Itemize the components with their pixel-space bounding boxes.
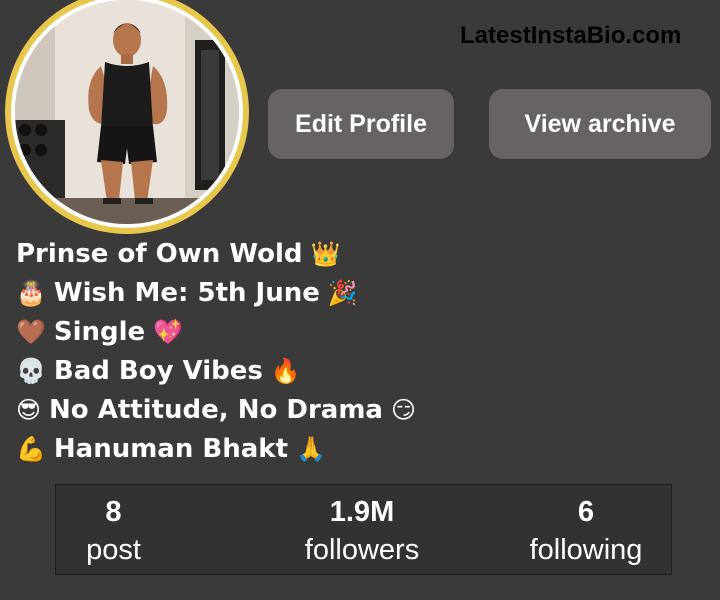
- followers-label: followers: [304, 534, 420, 566]
- bio-line-text: Bad Boy Vibes: [53, 355, 263, 386]
- bio-line-text: Prinse of Own Wold: [16, 238, 303, 269]
- bio-line-vibes: 💀 Bad Boy Vibes 🔥: [16, 351, 416, 390]
- bio-line-birthday: 🎂 Wish Me: 5th June 🎉: [16, 273, 416, 312]
- avatar-ring: [5, 0, 249, 234]
- fire-icon: 🔥: [270, 356, 301, 385]
- bio-line-text: Hanuman Bhakt: [53, 433, 289, 464]
- flexed-biceps-icon: 💪: [16, 434, 46, 463]
- followers-stat[interactable]: 1.9M followers: [272, 493, 452, 569]
- following-label: following: [529, 534, 643, 566]
- bio-line-text: Single: [53, 316, 146, 347]
- party-popper-icon: 🎉: [327, 278, 358, 307]
- bio-line-text: No Attitude, No Drama: [49, 394, 383, 425]
- edit-profile-button[interactable]: Edit Profile: [268, 89, 454, 159]
- stats-box: 8 post 1.9M followers 6 following: [55, 484, 672, 575]
- skull-icon: 💀: [16, 356, 46, 385]
- bio-line-text: Wish Me: 5th June: [53, 277, 320, 308]
- site-title: LatestInstaBio.com: [460, 22, 682, 49]
- folded-hands-icon: 🙏: [296, 434, 326, 463]
- following-count: 6: [577, 496, 595, 528]
- smirk-face-icon: 😏: [390, 395, 416, 424]
- posts-count: 8: [105, 496, 122, 528]
- brown-heart-icon: 🤎: [16, 317, 46, 346]
- bio-line-devotion: 💪 Hanuman Bhakt 🙏: [16, 429, 416, 468]
- crown-icon: 👑: [310, 239, 341, 268]
- posts-label: post: [86, 534, 141, 566]
- sunglasses-face-icon: 😎: [16, 395, 42, 424]
- bio-line-status: 🤎 Single 💖: [16, 312, 416, 351]
- avatar[interactable]: [15, 0, 239, 224]
- profile-photo: [15, 0, 239, 224]
- avatar-border: [11, 0, 243, 228]
- bio-line-title: Prinse of Own Wold 👑: [16, 234, 416, 273]
- bio: Prinse of Own Wold 👑 🎂 Wish Me: 5th June…: [16, 234, 416, 468]
- following-stat[interactable]: 6 following: [496, 493, 676, 569]
- view-archive-button[interactable]: View archive: [489, 89, 711, 159]
- followers-count: 1.9M: [329, 496, 395, 528]
- birthday-cake-icon: 🎂: [16, 278, 46, 307]
- posts-stat[interactable]: 8 post: [56, 493, 171, 569]
- bio-line-attitude: 😎 No Attitude, No Drama 😏: [16, 390, 416, 429]
- sparkling-heart-icon: 💖: [153, 317, 184, 346]
